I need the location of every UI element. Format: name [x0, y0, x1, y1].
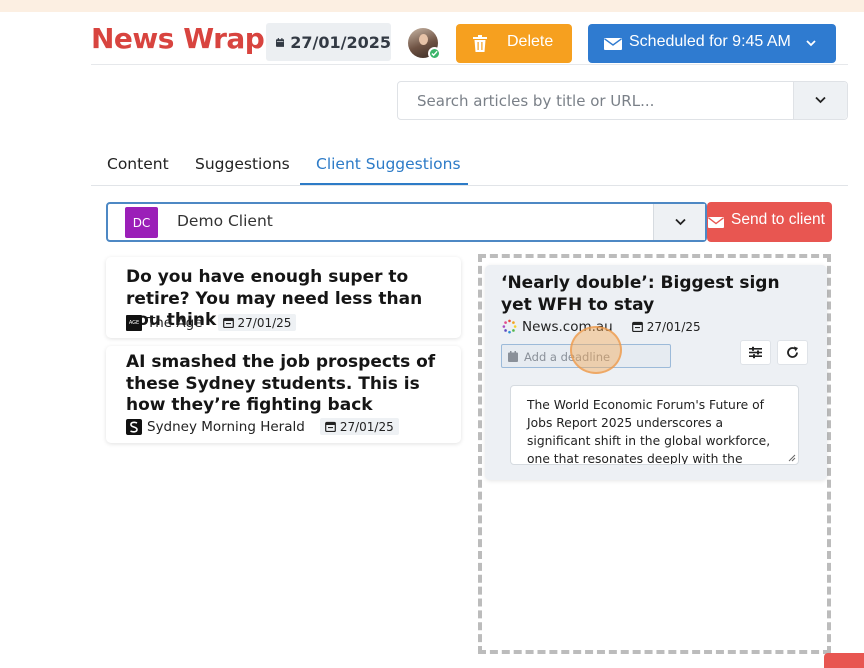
article-source: The Age: [147, 314, 203, 331]
client-badge: DC: [125, 207, 158, 238]
news-com-au-logo-icon: [501, 319, 517, 335]
refresh-icon: [787, 346, 798, 358]
article-date-badge: 27/01/25: [319, 418, 399, 435]
trash-icon: [473, 35, 487, 52]
content-tabs: Content Suggestions Client Suggestions: [91, 150, 848, 186]
client-name: Demo Client: [177, 212, 273, 230]
tab-suggestions[interactable]: Suggestions: [195, 155, 290, 173]
filter-settings-button[interactable]: [740, 340, 771, 365]
selected-article-source: News.com.au: [522, 318, 613, 335]
sliders-icon: [749, 346, 762, 359]
chevron-down-icon: [675, 218, 686, 226]
calendar-icon: [276, 37, 285, 47]
selected-article-date-badge: 27/01/25: [627, 318, 706, 335]
newsletter-date: 27/01/2025: [290, 32, 391, 52]
chevron-down-icon: [815, 96, 826, 104]
client-select[interactable]: DC Demo Client: [106, 202, 707, 242]
send-to-client-button[interactable]: Send to client: [707, 202, 832, 242]
article-date: 27/01/25: [237, 315, 292, 330]
top-banner-strip: [0, 0, 864, 12]
tab-client-suggestions[interactable]: Client Suggestions: [316, 155, 461, 173]
schedule-button-label: Scheduled for 9:45 AM: [629, 33, 791, 50]
article-card[interactable]: Do you have enough super to retire? You …: [106, 257, 461, 338]
article-date: 27/01/25: [339, 419, 394, 434]
article-date-badge: 27/01/25: [217, 314, 297, 331]
schedule-dropdown-button[interactable]: Scheduled for 9:45 AM: [588, 24, 836, 63]
article-title: AI smashed the job prospects of these Sy…: [126, 352, 436, 415]
active-tab-indicator: [300, 183, 468, 185]
article-summary-textarea[interactable]: The World Economic Forum's Future of Job…: [510, 385, 799, 465]
resize-grip-icon[interactable]: [788, 454, 796, 462]
mail-icon: [604, 38, 622, 50]
corner-floating-button[interactable]: [824, 653, 864, 668]
selected-article-meta: News.com.au 27/01/25: [501, 318, 706, 335]
article-meta: AGE The Age 27/01/25: [126, 314, 297, 331]
deadline-field: [501, 344, 671, 368]
delete-button-label: Delete: [507, 33, 554, 50]
refresh-button[interactable]: [777, 340, 808, 365]
selected-article-date: 27/01/25: [646, 319, 701, 334]
header-divider: [91, 64, 848, 65]
online-status-check-icon: [428, 47, 441, 60]
search-input[interactable]: [399, 83, 791, 118]
client-dropdown-toggle[interactable]: [653, 204, 705, 240]
calendar-icon: [222, 317, 234, 328]
calendar-icon: [508, 351, 518, 362]
delete-button[interactable]: Delete: [456, 24, 572, 63]
selected-article-title: ‘Nearly double’: Biggest sign yet WFH to…: [501, 273, 780, 315]
mail-icon: [708, 217, 724, 228]
deadline-input[interactable]: [524, 348, 664, 365]
article-card[interactable]: AI smashed the job prospects of these Sy…: [106, 346, 461, 443]
article-meta: Sydney Morning Herald 27/01/25: [126, 418, 399, 435]
article-source: Sydney Morning Herald: [147, 418, 305, 435]
user-avatar[interactable]: [408, 28, 441, 60]
chevron-down-icon: [806, 40, 816, 47]
newsletter-date-picker[interactable]: 27/01/2025: [266, 23, 391, 61]
calendar-icon: [324, 421, 336, 432]
tab-content[interactable]: Content: [107, 155, 169, 173]
calendar-icon: [631, 321, 643, 332]
search-dropdown-toggle[interactable]: [793, 82, 847, 119]
article-summary-text: The World Economic Forum's Future of Job…: [527, 398, 771, 465]
smh-logo-icon: [126, 418, 142, 435]
the-age-logo-icon: AGE: [126, 314, 142, 331]
selected-article-card[interactable]: ‘Nearly double’: Biggest sign yet WFH to…: [485, 265, 827, 480]
send-button-label: Send to client: [731, 211, 825, 228]
article-search: [397, 81, 848, 120]
app-title: News Wrap: [91, 22, 265, 55]
